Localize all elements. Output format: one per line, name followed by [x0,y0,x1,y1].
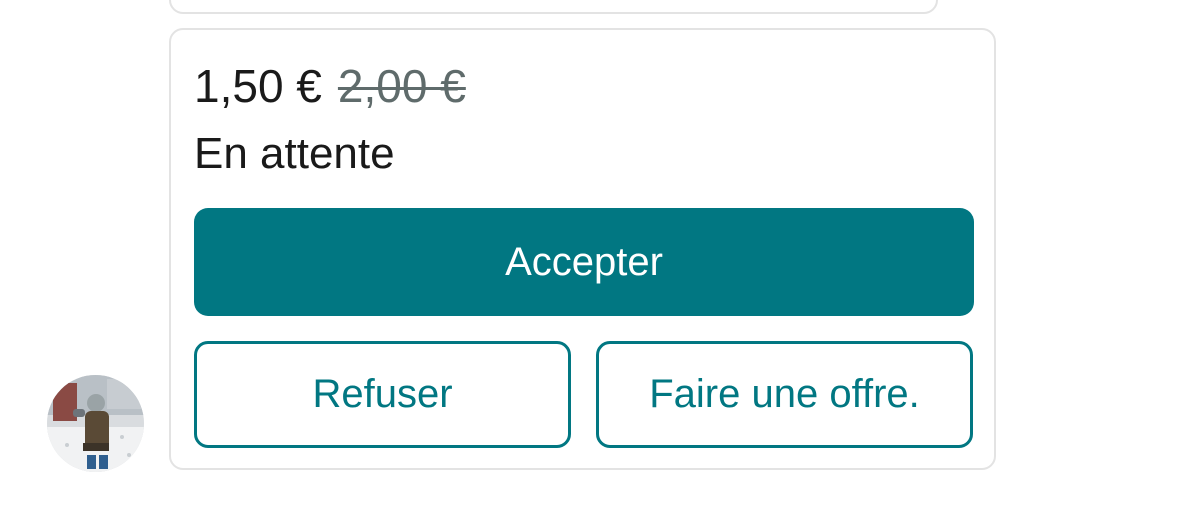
original-price: 2,00 € [337,60,466,112]
refuse-button[interactable]: Refuser [194,341,571,448]
offer-price: 1,50 € [194,60,322,112]
user-avatar[interactable] [47,375,144,472]
accept-button[interactable]: Accepter [194,208,974,316]
conversation-view: 1,50 € 2,00 € En attente Accepter Refuse… [0,0,1179,521]
offer-card: 1,50 € 2,00 € En attente Accepter Refuse… [169,28,996,470]
avatar-photo-icon [47,375,144,472]
offer-status: En attente [194,129,395,178]
price-row: 1,50 € 2,00 € [194,58,466,114]
make-offer-button[interactable]: Faire une offre. [596,341,973,448]
previous-message-card [169,0,938,14]
